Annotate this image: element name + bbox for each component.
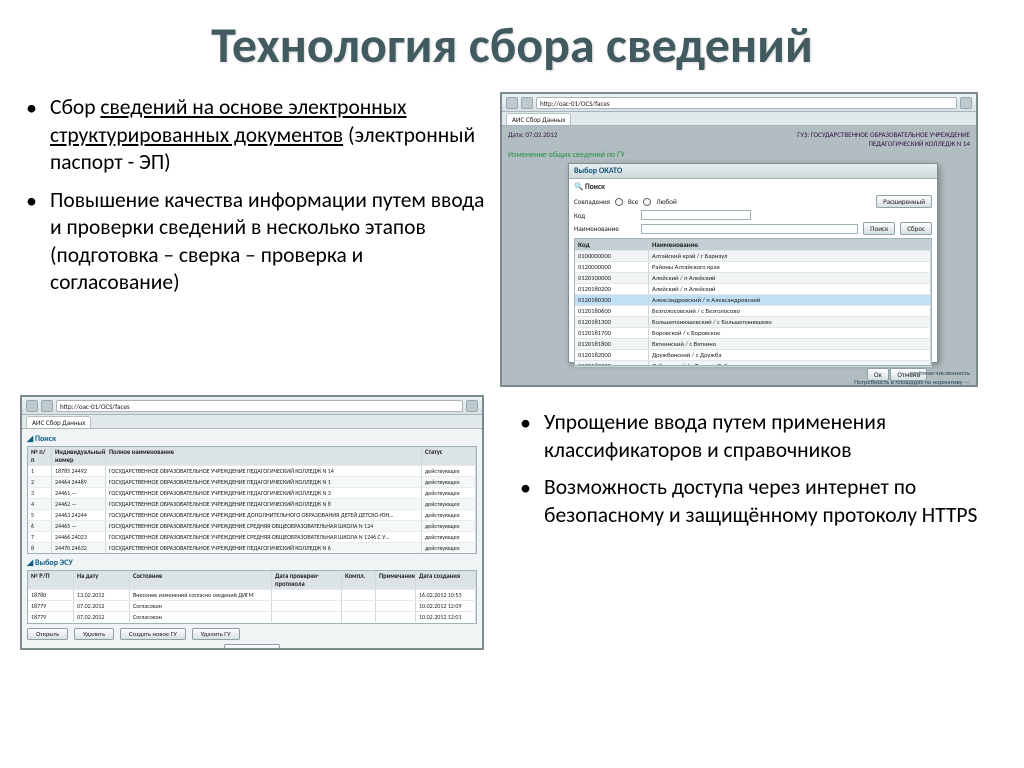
table-row[interactable]: 1878013.02.2012Внесение изменений соглас…	[28, 589, 476, 600]
okato-dialog: Выбор ОКАТО 🔍 Поиск Совпадения Все Любой…	[568, 163, 938, 363]
col-fullname: Полное наименование	[106, 447, 422, 465]
table-row[interactable]: 0120100000Алейский / п Алейский	[575, 272, 931, 283]
screenshot-search-grid: http://oac-01/OCS/faces АИС Сбор Данных …	[20, 395, 484, 650]
org-grid[interactable]: № п/п Индивидуальный номер Полное наимен…	[27, 446, 477, 554]
browser-bar-2: http://oac-01/OCS/faces	[22, 397, 482, 415]
col-checkdate: Дата проверки-протокола	[272, 571, 342, 589]
col-num: № п/п	[28, 447, 52, 465]
name-input[interactable]	[641, 224, 858, 234]
url-input[interactable]: http://oac-01/OCS/faces	[56, 400, 463, 412]
approve-button[interactable]: Согласование	[224, 644, 280, 650]
table-row[interactable]: 624465 —ГОСУДАРСТВЕННОЕ ОБРАЗОВАТЕЛЬНОЕ …	[28, 520, 476, 531]
col-compl: Компл.	[342, 571, 376, 589]
col-note: Примечание	[376, 571, 416, 589]
table-row[interactable]: 1877907.02.2012Согласован10.02.2012 12:0…	[28, 600, 476, 611]
col-state: Состояние	[130, 571, 272, 589]
table-row[interactable]: 0120180300Александровский / п Александро…	[575, 294, 931, 305]
refresh-icon[interactable]	[960, 97, 972, 109]
col-code: Код	[575, 239, 649, 250]
table-row[interactable]: 0120181800Вяткинский / с Вяткино	[575, 338, 931, 349]
org-header: ГУЗ: ГОСУДАРСТВЕННОЕ ОБРАЗОВАТЕЛЬНОЕ УЧР…	[750, 130, 970, 148]
url-input[interactable]: http://oac-01/OCS/faces	[536, 97, 957, 109]
col-id: Индивидуальный номер	[52, 447, 106, 465]
code-input[interactable]	[641, 210, 751, 220]
slide-title: Технология сбора сведений	[0, 0, 1024, 82]
nav-fwd-icon[interactable]	[521, 97, 533, 109]
esu-grid[interactable]: № Р/П На дату Состояние Дата проверки-пр…	[27, 570, 477, 624]
search-section-label: 🔍 Поиск	[574, 182, 932, 192]
code-label: Код	[574, 211, 636, 220]
browser-tab[interactable]: АИС Сбор Данных	[506, 113, 571, 125]
button-row: Открыть Удалить Создать новое ГУ Удалить ГУ	[27, 624, 477, 640]
button-row-2: Согласование	[27, 640, 477, 650]
radio-any[interactable]	[643, 198, 651, 206]
table-row[interactable]: 0120000000Районы Алтайского края	[575, 261, 931, 272]
action-button[interactable]: Удалить	[74, 628, 114, 640]
dialog-title: Выбор ОКАТО	[569, 164, 937, 179]
table-row[interactable]: 524463 24244ГОСУДАРСТВЕННОЕ ОБРАЗОВАТЕЛЬ…	[28, 509, 476, 520]
action-button[interactable]: Создать новое ГУ	[120, 628, 186, 640]
col-status: Статус	[422, 447, 476, 465]
nav-back-icon[interactable]	[26, 400, 38, 412]
table-row[interactable]: 324461 —ГОСУДАРСТВЕННОЕ ОБРАЗОВАТЕЛЬНОЕ …	[28, 487, 476, 498]
table-row[interactable]: 0120181300Большепанюшевский / с Большепа…	[575, 316, 931, 327]
table-row[interactable]: 0120180600Безголосовский / с Безголосово	[575, 305, 931, 316]
search-button[interactable]: Поиск	[863, 222, 895, 235]
bullet-list-right: Упрощение ввода путем применения классиф…	[494, 409, 1010, 529]
date-label: Дата: 07.02.2012	[508, 130, 557, 148]
name-label: Наименование	[574, 224, 636, 233]
bullet-left-2: Повышение качества информации путем ввод…	[20, 187, 486, 297]
table-row[interactable]: 0120180200Алейский / п Алейский	[575, 283, 931, 294]
table-row[interactable]: 0120181700Боровской / с Боровское	[575, 327, 931, 338]
nav-back-icon[interactable]	[506, 97, 518, 109]
match-label: Совпадения	[574, 197, 610, 206]
table-row[interactable]: 1877907.02.2012Согласован10.02.2012 12:0…	[28, 611, 476, 622]
table-row[interactable]: 824470 24632ГОСУДАРСТВЕННОЕ ОБРАЗОВАТЕЛЬ…	[28, 542, 476, 553]
action-button[interactable]: Открыть	[27, 628, 68, 640]
nav-fwd-icon[interactable]	[41, 400, 53, 412]
table-row[interactable]: 0100000000Алтайский край / г Барнаул	[575, 250, 931, 261]
table-row[interactable]: 118785 24492ГОСУДАРСТВЕННОЕ ОБРАЗОВАТЕЛЬ…	[28, 465, 476, 476]
table-row[interactable]: 424462 —ГОСУДАРСТВЕННОЕ ОБРАЗОВАТЕЛЬНОЕ …	[28, 498, 476, 509]
col-name: Наименование	[649, 239, 931, 250]
col-ondate: На дату	[74, 571, 130, 589]
col-created: Дата создания	[416, 571, 476, 589]
advanced-button[interactable]: Расширенный	[876, 195, 932, 208]
action-button[interactable]: Удалить ГУ	[192, 628, 240, 640]
table-row[interactable]: 724466 24023ГОСУДАРСТВЕННОЕ ОБРАЗОВАТЕЛЬ…	[28, 531, 476, 542]
esu-section: ◢ Выбор ЭСУ	[27, 558, 477, 568]
okato-grid[interactable]: Код Наименование 0100000000Алтайский кра…	[574, 238, 932, 366]
table-row[interactable]: 0120182000Дружбинский / с Дружба	[575, 349, 931, 360]
screenshot-okato-dialog: http://oac-01/OCS/faces АИС Сбор Данных …	[500, 92, 978, 387]
refresh-icon[interactable]	[466, 400, 478, 412]
page-subtitle: Изменение общих сведений по ГУ	[508, 150, 970, 160]
bullet-list-left: Сбор сведений на основе электронных стру…	[0, 94, 486, 297]
radio-all[interactable]	[615, 198, 623, 206]
bullet-right-2: Возможность доступа через интернет по бе…	[514, 474, 1010, 529]
tab-bar: АИС Сбор Данных	[22, 415, 482, 429]
table-row[interactable]: 224464 24489ГОСУДАРСТВЕННОЕ ОБРАЗОВАТЕЛЬ…	[28, 476, 476, 487]
browser-tab[interactable]: АИС Сбор Данных	[26, 416, 91, 428]
browser-bar: http://oac-01/OCS/faces	[502, 94, 976, 112]
col-rp: № Р/П	[28, 571, 74, 589]
bullet-right-1: Упрощение ввода путем применения классиф…	[514, 409, 1010, 464]
search-section: ◢ Поиск	[27, 434, 477, 444]
tab-bar: АИС Сбор Данных	[502, 112, 976, 126]
reset-button[interactable]: Сброс	[900, 222, 932, 235]
bullet-left-1: Сбор сведений на основе электронных стру…	[20, 94, 486, 177]
